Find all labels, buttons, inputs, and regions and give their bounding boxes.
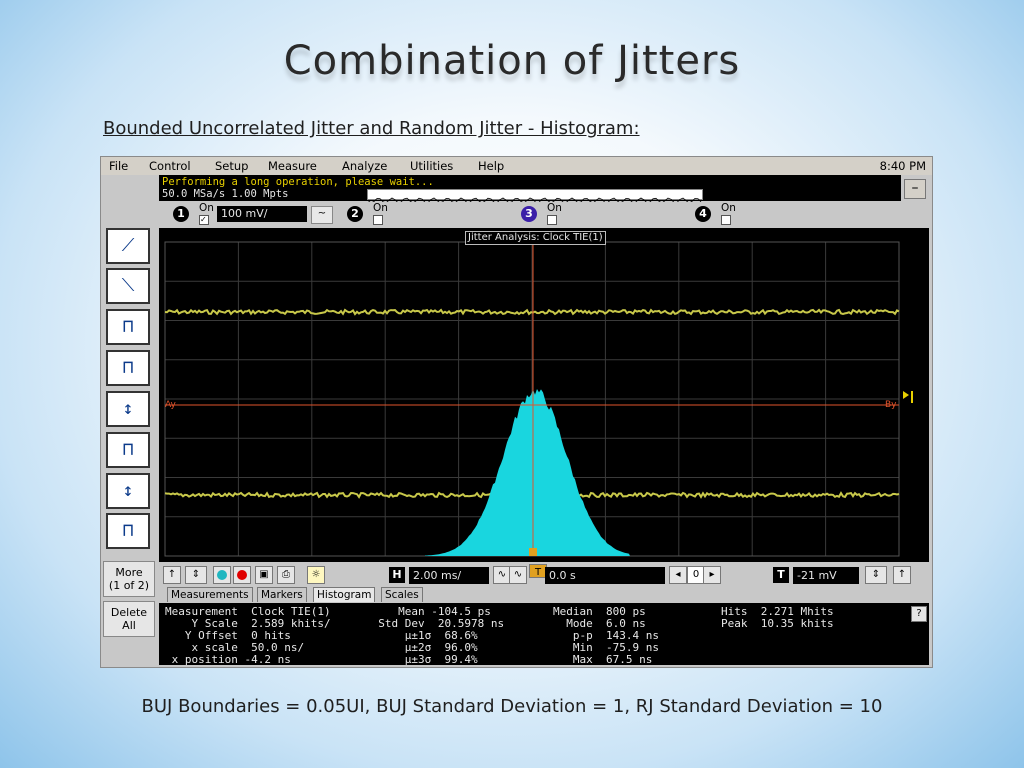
delete-label: Delete — [110, 606, 148, 619]
trigger-spin-button[interactable]: ⇕ — [865, 566, 887, 584]
arrow-up-button[interactable]: ↑ — [163, 566, 181, 584]
control-bar: ↑ ⇕ ▣ ⎙ ☼ H 2.00 ms/ ∿ ∿ T 0.0 s ◂ 0 ▸ T… — [159, 562, 929, 588]
sun-icon: ☼ — [311, 569, 321, 580]
menu-analyze[interactable]: Analyze — [342, 159, 387, 173]
channel-2-on-label: On — [373, 202, 388, 214]
meas-row: Max 67.5 ns — [553, 653, 653, 666]
delete-all-button[interactable]: Delete All — [103, 601, 155, 637]
trigger-level-field[interactable]: -21 mV — [793, 567, 859, 584]
channel-1-checkbox[interactable]: ✓ — [199, 215, 209, 225]
slide-title: Combination of Jitters — [283, 38, 741, 84]
more-label: More — [115, 566, 143, 579]
slide-subtitle: Bounded Uncorrelated Jitter and Random J… — [103, 118, 640, 139]
menu-file[interactable]: File — [109, 159, 128, 173]
waveform-svg — [164, 241, 913, 557]
jitter-analysis-label: Jitter Analysis: Clock TIE(1) — [465, 231, 606, 245]
printer-icon: ⎙ — [282, 569, 290, 580]
frequency-icon[interactable]: ⊓ — [106, 350, 150, 386]
channel-3-icon[interactable]: 3 — [521, 206, 537, 222]
channel-1-on-label: On — [199, 202, 214, 214]
channel-bar: 1 On ✓ 100 mV/ ~ 2 On 3 On 4 On — [159, 202, 929, 228]
channel-1-icon[interactable]: 1 — [173, 206, 189, 222]
spin-button[interactable]: ⇕ — [185, 566, 207, 584]
help-button[interactable]: ? — [911, 606, 927, 622]
menu-help[interactable]: Help — [478, 159, 504, 173]
channel-4-checkbox[interactable] — [721, 215, 731, 225]
brightness-button[interactable]: ☼ — [307, 566, 325, 584]
meas-row: x position -4.2 ns — [165, 653, 291, 666]
stop-icon — [237, 570, 247, 580]
trigger-label: T — [773, 567, 789, 583]
channel-3-checkbox[interactable] — [547, 215, 557, 225]
period-icon[interactable]: ⊓ — [106, 309, 150, 345]
menu-utilities[interactable]: Utilities — [410, 159, 453, 173]
scroll-right-button[interactable]: ▸ — [703, 566, 721, 584]
meas-row: μ±3σ 99.4% — [365, 653, 478, 666]
trigger-level-icon — [903, 391, 913, 403]
channel-4-icon[interactable]: 4 — [695, 206, 711, 222]
channel-4-on-label: On — [721, 202, 736, 214]
status-message: Performing a long operation, please wait… — [162, 176, 434, 188]
amplitude-icon[interactable]: ↕ — [106, 391, 150, 427]
save-image-button[interactable]: ▣ — [255, 566, 273, 584]
stop-button[interactable] — [233, 566, 251, 584]
status-bar: Performing a long operation, please wait… — [159, 175, 901, 204]
scroll-left-button[interactable]: ◂ — [669, 566, 687, 584]
marker-t-handle[interactable] — [529, 548, 537, 556]
left-toolbar: ⟋ ⟍ ⊓ ⊓ ↕ ⊓ ↕ ⊓ More (1 of 2) Delete All — [101, 225, 157, 665]
timebase-field[interactable]: 2.00 ms/ — [409, 567, 489, 584]
wave-mode-alt-button[interactable]: ∿ — [509, 566, 527, 584]
channel-2-icon[interactable]: 2 — [347, 206, 363, 222]
fall-time-icon[interactable]: ⟍ — [106, 268, 150, 304]
channel-3-on-label: On — [547, 202, 562, 214]
waveform-display[interactable]: Jitter Analysis: Clock TIE(1) Ay By — [159, 228, 929, 562]
progress-bar — [367, 189, 703, 204]
tab-scales[interactable]: Scales — [381, 587, 423, 602]
color-grade-button[interactable] — [213, 566, 231, 584]
slide-footer: BUJ Boundaries = 0.05UI, BUJ Standard De… — [141, 696, 883, 717]
rms-icon[interactable]: ⊓ — [106, 513, 150, 549]
peak-to-peak-icon[interactable]: ↕ — [106, 473, 150, 509]
print-button[interactable]: ⎙ — [277, 566, 295, 584]
arrow-up-right-button[interactable]: ↑ — [893, 566, 911, 584]
oscilloscope-window: File Control Setup Measure Analyze Utili… — [100, 156, 933, 668]
menu-setup[interactable]: Setup — [215, 159, 248, 173]
tab-measurements[interactable]: Measurements — [167, 587, 253, 602]
marker-b-label: By — [885, 400, 897, 410]
jitter-histogram — [425, 389, 630, 556]
meas-row: Peak 10.35 khits — [721, 617, 834, 630]
menu-measure[interactable]: Measure — [268, 159, 317, 173]
minimize-button[interactable]: – — [904, 179, 926, 199]
time-offset-field[interactable]: 0.0 s — [545, 567, 665, 584]
tab-markers[interactable]: Markers — [257, 587, 307, 602]
image-icon: ▣ — [259, 569, 269, 580]
coupling-button[interactable]: ~ — [311, 206, 333, 224]
average-icon[interactable]: ⊓ — [106, 432, 150, 468]
clock: 8:40 PM — [879, 159, 926, 173]
more-page-label: (1 of 2) — [108, 579, 150, 592]
menu-control[interactable]: Control — [149, 159, 191, 173]
marker-a-label: Ay — [165, 400, 176, 410]
more-button[interactable]: More (1 of 2) — [103, 561, 155, 597]
tab-histogram[interactable]: Histogram — [313, 587, 376, 602]
channel-1-scale-field[interactable]: 100 mV/ — [217, 206, 307, 222]
rise-time-icon[interactable]: ⟋ — [106, 228, 150, 264]
channel-2-checkbox[interactable] — [373, 215, 383, 225]
menu-bar: File Control Setup Measure Analyze Utili… — [101, 157, 932, 175]
measurement-panel: Measurement Clock TIE(1) Y Scale 2.589 k… — [159, 603, 929, 666]
delete-all-label: All — [122, 619, 136, 632]
measurement-tabs: Measurements Markers Histogram Scales — [159, 587, 929, 603]
horizontal-label: H — [389, 567, 405, 583]
acquisition-info: 50.0 MSa/s 1.00 Mpts — [162, 188, 289, 200]
color-grade-icon — [217, 570, 227, 580]
